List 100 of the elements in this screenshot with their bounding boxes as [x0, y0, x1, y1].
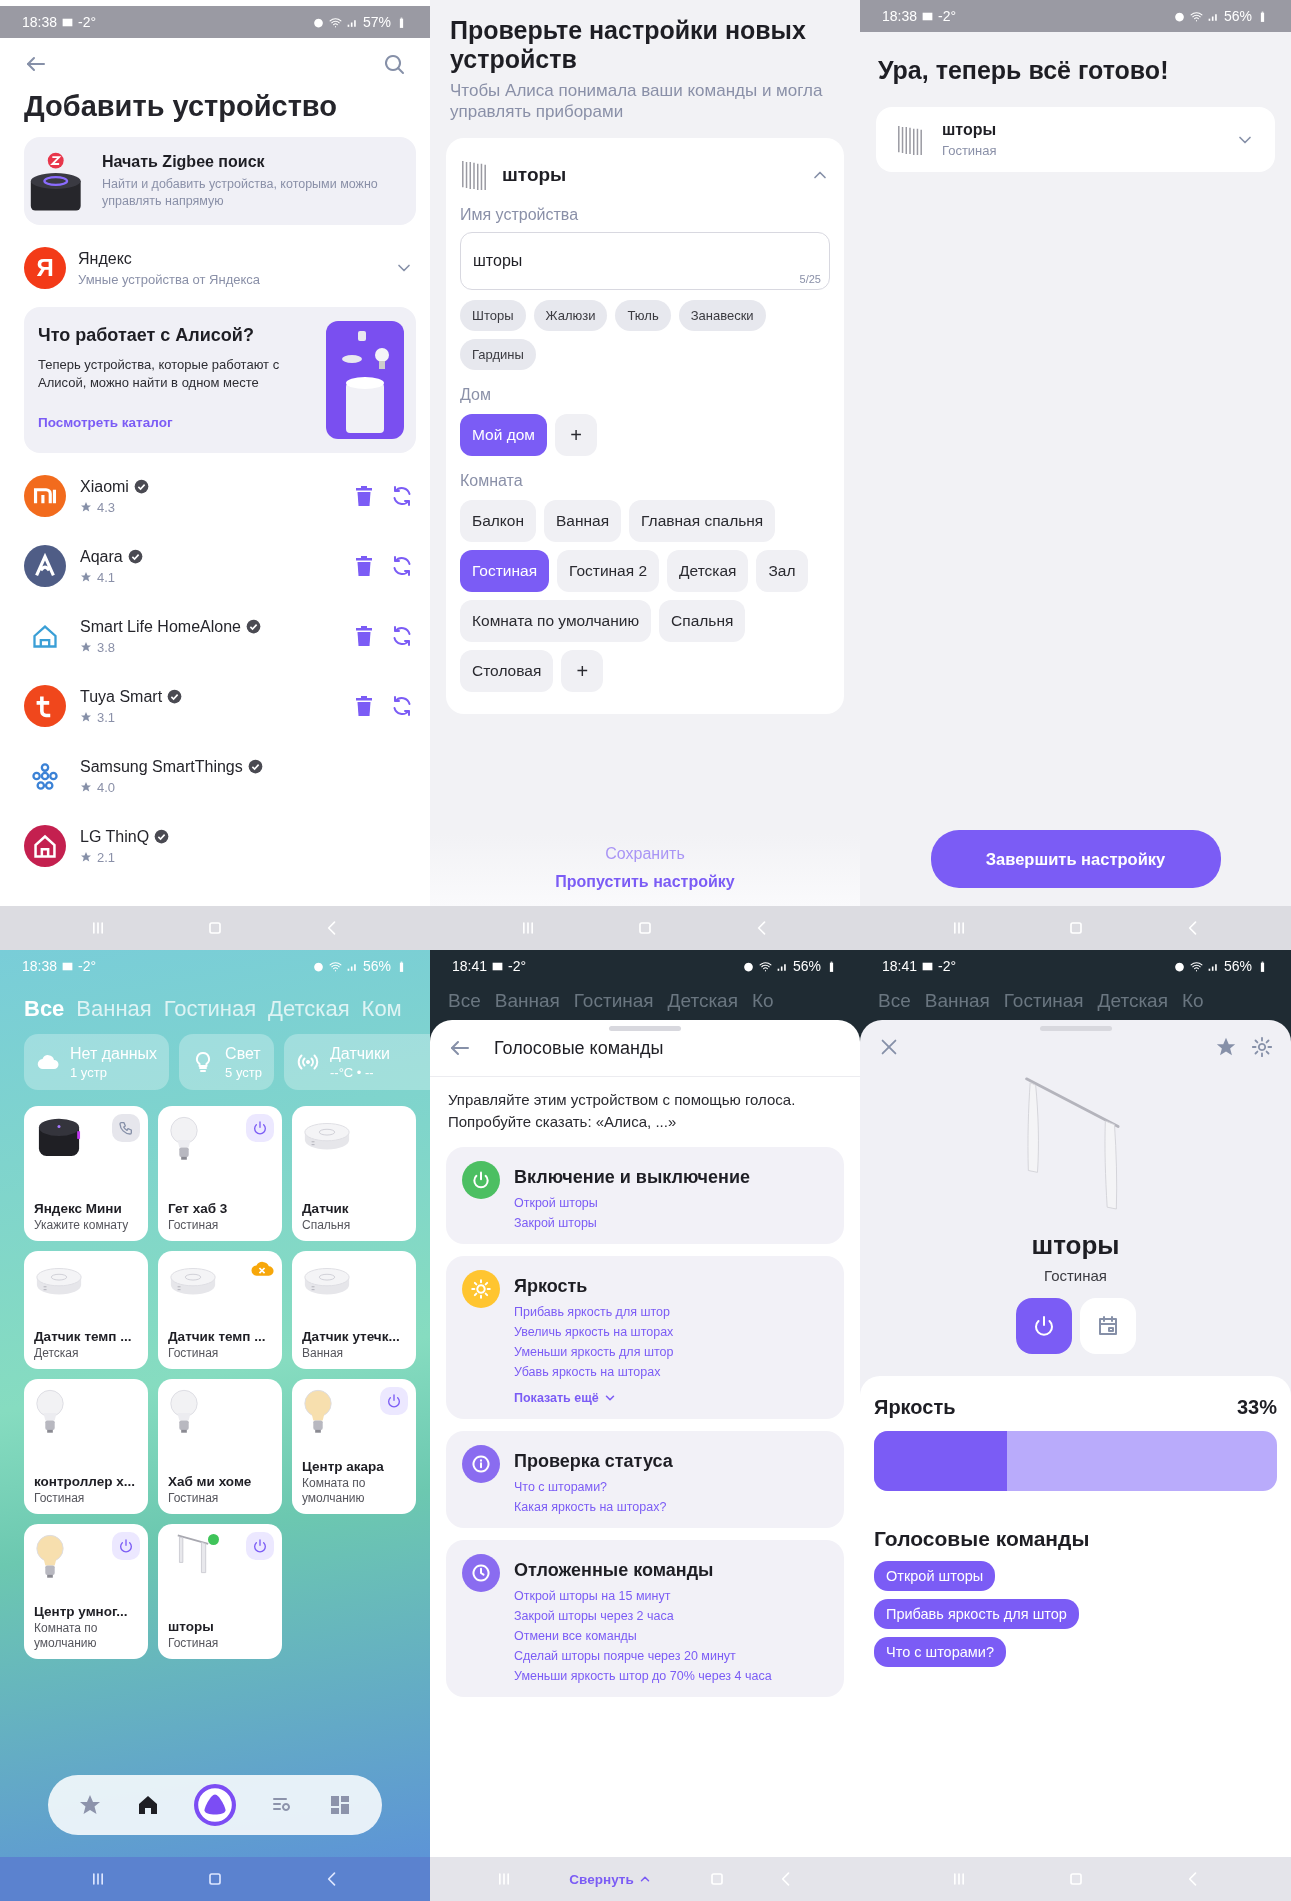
add-home-button[interactable]: +: [555, 414, 597, 456]
device-room: Гостиная: [34, 1491, 86, 1506]
page-title: Ура, теперь всё готово!: [878, 56, 1170, 85]
device-tile[interactable]: Датчик Спальня: [292, 1106, 416, 1241]
device-tile[interactable]: контроллер х... Гостиная: [24, 1379, 148, 1514]
star-icon: [80, 711, 92, 723]
room-option[interactable]: Ванная: [544, 500, 622, 542]
schedule-button[interactable]: [1079, 1298, 1136, 1354]
glyph-icon: [471, 1453, 491, 1474]
voice-command[interactable]: Закрой шторы через 2 часа: [514, 1608, 772, 1623]
sheet-title: Голосовые команды: [494, 1037, 664, 1059]
device-tile[interactable]: шторы Гостиная: [158, 1524, 282, 1659]
tab-label: Гостиная: [1003, 990, 1084, 1013]
voice-command[interactable]: Уменьши яркость для штор: [514, 1344, 674, 1359]
device-tile[interactable]: Центр акара Комната по умолчанию: [292, 1379, 416, 1514]
provider-logo: Я: [24, 247, 66, 289]
tab-label: Детская: [667, 990, 738, 1013]
provider-logo: [24, 825, 66, 867]
power-button[interactable]: [380, 1387, 408, 1415]
device-tile[interactable]: Датчик темп ... Гостиная: [158, 1251, 282, 1369]
collapse-button[interactable]: Свернуть: [563, 1870, 658, 1888]
assistant-icon[interactable]: [194, 1784, 236, 1826]
name-suggestion-chip[interactable]: Тюль: [615, 300, 671, 331]
sheet-handle[interactable]: [1039, 1026, 1112, 1031]
sheet-handle[interactable]: [609, 1026, 681, 1031]
show-more-link[interactable]: Показать ещё: [514, 1390, 674, 1405]
voice-command[interactable]: Что с шторами?: [514, 1479, 673, 1494]
voice-command[interactable]: Открой шторы на 15 минут: [514, 1588, 772, 1603]
tab-label: Ко: [1182, 990, 1204, 1013]
name-suggestion-chip[interactable]: Гардины: [460, 339, 536, 370]
home-option[interactable]: Мой дом: [460, 414, 547, 456]
battery-level: 56%: [792, 958, 821, 974]
voice-command[interactable]: Открой шторы: [514, 1195, 751, 1210]
device-room: Детская: [34, 1346, 80, 1361]
device-card[interactable]: шторы Гостиная: [876, 107, 1275, 172]
power-button[interactable]: [1015, 1298, 1072, 1354]
home-icon[interactable]: [136, 1793, 160, 1817]
finish-setup-button[interactable]: Завершить настройку: [930, 830, 1221, 888]
device-tile[interactable]: Датчик темп ... Детская: [24, 1251, 148, 1369]
power-button[interactable]: [246, 1532, 274, 1560]
field-label: Имя устройства: [460, 206, 580, 224]
voice-command-chip[interactable]: Открой шторы: [874, 1561, 996, 1591]
room-option[interactable]: Детская: [667, 550, 749, 592]
zigbee-search-card[interactable]: Начать Zigbee поиск Найти и добавить устройства, которыми можно управлять напрямую: [24, 137, 416, 225]
voice-command[interactable]: Убавь яркость на шторах: [514, 1364, 674, 1379]
voice-command[interactable]: Прибавь яркость для штор: [514, 1304, 674, 1319]
brightness-slider[interactable]: [874, 1431, 1277, 1491]
provider-name: LG ThinQ: [80, 827, 150, 846]
status-temperature: -2°: [938, 8, 957, 24]
power-button[interactable]: [246, 1114, 274, 1142]
device-tile[interactable]: Центр умног... Комната по умолчанию: [24, 1524, 148, 1659]
star-icon: [80, 851, 92, 863]
summary-title: Свет: [225, 1044, 262, 1063]
name-suggestion-chip[interactable]: Шторы: [460, 300, 526, 331]
group-title: Проверка статуса: [514, 1450, 673, 1472]
device-tile[interactable]: Хаб ми хоме Гостиная: [158, 1379, 282, 1514]
voice-command-chip[interactable]: Прибавь яркость для штор: [874, 1599, 1079, 1629]
rating: 3.8: [97, 639, 116, 655]
room-option[interactable]: Зал: [756, 550, 808, 592]
device-tile[interactable]: Датчик утечк... Ванная: [292, 1251, 416, 1369]
provider-logo: [24, 545, 66, 587]
device-name-field[interactable]: шторы 5/25: [460, 232, 830, 290]
room-option[interactable]: Гостиная: [460, 550, 550, 592]
wifi-icon: [1189, 9, 1203, 23]
voice-command[interactable]: Уменьши яркость штор до 70% через 4 часа: [514, 1668, 772, 1683]
section-label: Дом: [460, 386, 492, 404]
voice-command[interactable]: Сделай шторы поярче через 20 минут: [514, 1648, 772, 1663]
device-room: Комната по умолчанию: [34, 1621, 99, 1651]
power-icon: [386, 1393, 402, 1409]
star-icon[interactable]: [1215, 1036, 1237, 1058]
add-room-button[interactable]: +: [561, 650, 604, 692]
device-tile[interactable]: Гет хаб 3 Гостиная: [158, 1106, 282, 1241]
battery-level: 57%: [362, 14, 391, 30]
device-tile[interactable]: Яндекс Мини Укажите комнату: [24, 1106, 148, 1241]
settings-icon[interactable]: [1251, 1036, 1273, 1058]
search-icon[interactable]: [382, 52, 406, 76]
call-button[interactable]: [112, 1114, 140, 1142]
voice-command-chip[interactable]: Что с шторами?: [874, 1637, 1006, 1667]
voice-command[interactable]: Закрой шторы: [514, 1215, 751, 1230]
room-option[interactable]: Балкон: [460, 500, 536, 542]
room-option[interactable]: Гостиная 2: [557, 550, 660, 592]
dashboard-icon[interactable]: [328, 1793, 352, 1817]
page-title: Проверьте настройки новых устройств: [450, 16, 807, 74]
phone-icon: [118, 1120, 134, 1136]
room-option[interactable]: Главная спальня: [629, 500, 776, 542]
room-option[interactable]: Спальня: [659, 600, 746, 642]
power-button[interactable]: [112, 1532, 140, 1560]
text-button[interactable]: Пропустить настройку: [549, 872, 741, 892]
name-suggestion-chip[interactable]: Занавески: [678, 300, 766, 331]
voice-command[interactable]: Отмени все команды: [514, 1628, 772, 1643]
status-time: 18:38: [22, 958, 58, 974]
name-suggestion-chip[interactable]: Жалюзи: [533, 300, 608, 331]
device-name: Датчик темп ...: [168, 1329, 267, 1344]
catalog-link[interactable]: Посмотреть каталог: [38, 415, 298, 431]
room-option[interactable]: Комната по умолчанию: [460, 600, 652, 642]
room-option[interactable]: Столовая: [460, 650, 554, 692]
curtain-icon: [460, 158, 488, 192]
device-name: Датчик утечк...: [302, 1329, 401, 1344]
voice-command[interactable]: Увеличь яркость на шторах: [514, 1324, 674, 1339]
voice-command[interactable]: Какая яркость на шторах?: [514, 1499, 673, 1514]
